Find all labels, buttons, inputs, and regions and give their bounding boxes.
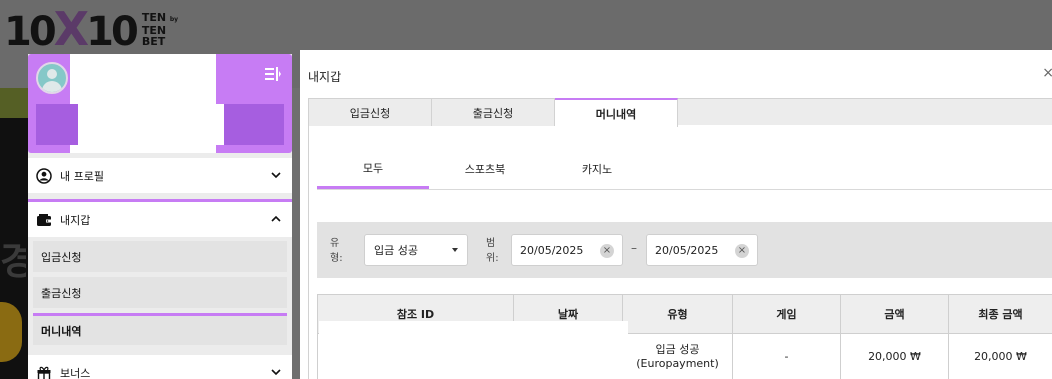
- date-from-input[interactable]: 20/05/2025 ×: [511, 234, 623, 266]
- subtab-all[interactable]: 모두: [317, 150, 429, 189]
- date-from-value: 20/05/2025: [520, 243, 584, 257]
- chevron-down-icon: [270, 169, 282, 181]
- sidebar-item-profile[interactable]: 내 프로필: [28, 158, 292, 193]
- column-header-game: 게임: [732, 294, 841, 334]
- wallet-icon: [36, 212, 52, 228]
- column-header-final-amount: 최종 금액: [948, 294, 1052, 334]
- caret-down-icon: [452, 248, 458, 252]
- user-circle-icon: [36, 167, 52, 184]
- type-select[interactable]: 입금 성공: [364, 234, 468, 266]
- sidebar-subitem-deposit[interactable]: 입금신청: [33, 241, 287, 272]
- balance-redacted: [78, 104, 224, 145]
- tab-withdraw[interactable]: 출금신청: [432, 98, 555, 126]
- subtab-casino[interactable]: 카지노: [541, 150, 653, 188]
- background-band: [0, 88, 30, 118]
- panel-body-border: [308, 125, 309, 379]
- menu-collapse-icon[interactable]: [264, 66, 282, 82]
- sidebar-item-bonus[interactable]: 보너스: [28, 355, 292, 379]
- wallet-sidebar: 내 프로필 내지갑 입금신청 출금신청 머니내역 보너스: [28, 54, 292, 379]
- tab-money-history[interactable]: 머니내역: [555, 98, 678, 127]
- column-header-type: 유형: [622, 294, 733, 334]
- sidebar-item-wallet[interactable]: 내지갑: [28, 199, 292, 237]
- subtab-sportsbook[interactable]: 스포츠북: [429, 150, 541, 188]
- background-banner-text: 경: [0, 239, 26, 278]
- redacted-cells: [319, 321, 628, 379]
- chevron-up-icon: [270, 213, 282, 225]
- sidebar-item-label: 내지갑: [60, 213, 91, 227]
- close-icon[interactable]: ×: [1042, 65, 1052, 81]
- cell-final-amount: 20,000 ₩: [948, 333, 1052, 379]
- range-filter-label: 범위:: [486, 238, 499, 264]
- clear-icon[interactable]: ×: [600, 244, 614, 258]
- date-range-separator: –: [631, 241, 637, 255]
- logo-mark: 10X10: [4, 2, 139, 56]
- cell-type: 입금 성공 (Europayment): [622, 333, 733, 379]
- cell-type-provider: (Europayment): [636, 356, 719, 370]
- type-filter-label: 유형:: [330, 238, 343, 264]
- date-to-value: 20/05/2025: [655, 243, 719, 257]
- sidebar-subitem-withdraw[interactable]: 출금신청: [33, 277, 287, 308]
- sidebar-item-label: 보너스: [60, 366, 91, 379]
- avatar: [36, 62, 68, 94]
- wallet-tabs: 입금신청 출금신청 머니내역: [308, 98, 1052, 127]
- date-to-input[interactable]: 20/05/2025 ×: [646, 234, 758, 266]
- site-logo: 10X10 TEN by TEN BET: [4, 2, 179, 56]
- profile-balance-bar: [36, 104, 284, 145]
- chevron-down-icon: [270, 366, 282, 378]
- logo-stack: TEN by TEN BET: [141, 10, 179, 48]
- filter-bar: 유형: 입금 성공 범위: 20/05/2025 × – 20/05/2025 …: [317, 222, 1052, 278]
- clear-icon[interactable]: ×: [735, 244, 749, 258]
- cell-game: -: [732, 333, 841, 379]
- cell-amount: 20,000 ₩: [840, 333, 949, 379]
- gift-icon: [36, 365, 52, 379]
- wallet-panel: 내지갑 × 입금신청 출금신청 머니내역 모두 스포츠북 카지노 유형: 입금 …: [300, 50, 1052, 379]
- sidebar-item-label: 내 프로필: [60, 169, 104, 183]
- type-select-value: 입금 성공: [374, 244, 418, 257]
- profile-card: [28, 54, 292, 153]
- background-coin-graphic: [0, 302, 22, 362]
- panel-title: 내지갑: [308, 70, 342, 84]
- column-header-amount: 금액: [840, 294, 949, 334]
- tab-deposit[interactable]: 입금신청: [309, 98, 432, 126]
- cell-type-primary: 입금 성공: [655, 342, 700, 356]
- history-subtabs: 모두 스포츠북 카지노: [317, 150, 1052, 190]
- sidebar-subitem-money-history[interactable]: 머니내역: [33, 313, 287, 345]
